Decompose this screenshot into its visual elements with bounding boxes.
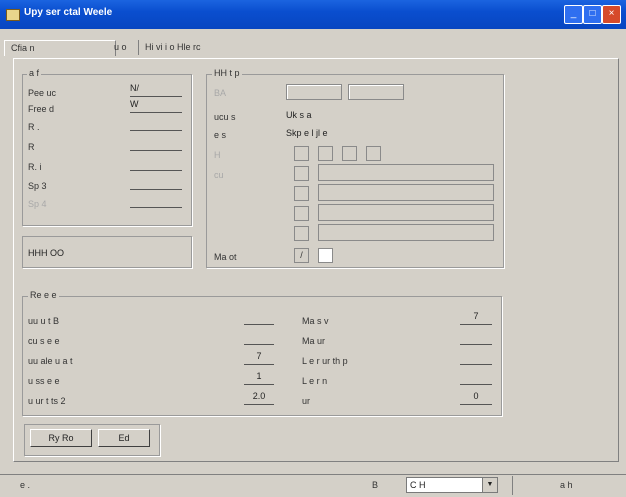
- status-right-text: a h: [560, 480, 573, 490]
- stats-left-label-4: u ss e e: [28, 376, 60, 386]
- close-icon[interactable]: ×: [602, 5, 621, 24]
- tab-second[interactable]: u o: [108, 40, 133, 55]
- status-left-text: e .: [20, 480, 31, 490]
- right-bar-4[interactable]: [318, 224, 494, 241]
- stats-right-value-3: [460, 350, 492, 365]
- status-bar: e . B C H ▼ a h: [0, 474, 626, 497]
- right-check-4[interactable]: [294, 226, 309, 241]
- stats-right-label-3: L e r ur th p: [302, 356, 348, 366]
- right-value-2: Uk s a: [286, 110, 312, 120]
- info-value-4: [130, 136, 182, 151]
- stats-left-label-3: uu ale u a t: [28, 356, 73, 366]
- info-value-6: [130, 175, 182, 190]
- right-value-3: Skp e l jl e: [286, 128, 328, 138]
- stats-left-label-1: uu u t B: [28, 316, 60, 326]
- right-spin-2[interactable]: [318, 146, 333, 161]
- right-spin-4[interactable]: [366, 146, 381, 161]
- right-label-4: H: [214, 150, 221, 160]
- right-spin-1[interactable]: [294, 146, 309, 161]
- stats-left-label-5: u ur t ts 2: [28, 396, 66, 406]
- right-check-3[interactable]: [294, 206, 309, 221]
- right-bar-1[interactable]: [318, 164, 494, 181]
- right-bar-3[interactable]: [318, 204, 494, 221]
- right-field-1a[interactable]: [286, 84, 342, 100]
- stats-right-label-4: L e r n: [302, 376, 328, 386]
- stats-left-value-3: 7: [244, 350, 274, 365]
- stats-group-title: Re e e: [28, 290, 59, 300]
- title-bar[interactable]: Upy ser ctal Weele _ □ ×: [0, 0, 626, 29]
- right-label-2: ucu s: [214, 112, 236, 122]
- right-group-title: HH t p: [212, 68, 242, 78]
- right-label-3: e s: [214, 130, 227, 140]
- maximize-icon[interactable]: □: [583, 5, 602, 24]
- info-value-7: [130, 193, 182, 208]
- info-label-7: Sp 4: [28, 199, 47, 209]
- stats-right-value-1: 7: [460, 310, 492, 325]
- status-divider: [512, 476, 513, 495]
- info-label-3: R .: [28, 122, 40, 132]
- info-label-1: Pee uc: [28, 88, 57, 98]
- window-title: Upy ser ctal Weele: [24, 7, 113, 18]
- stats-right-label-5: ur: [302, 396, 311, 406]
- right-spin-3[interactable]: [342, 146, 357, 161]
- info-label-4: R: [28, 142, 35, 152]
- status-combo[interactable]: C H ▼: [406, 477, 498, 493]
- application-window: Upy ser ctal Weele _ □ × Cfia n u o Hi v…: [0, 0, 626, 496]
- right-label-5: cu: [214, 170, 224, 180]
- info-value-5: [130, 156, 182, 171]
- minimize-icon[interactable]: _: [564, 5, 583, 24]
- stats-right-value-5: 0: [460, 390, 492, 405]
- tab-third[interactable]: Hi vi i o Hle rc: [138, 40, 207, 55]
- stats-right-value-4: [460, 370, 492, 385]
- close-button[interactable]: Ed: [98, 429, 150, 447]
- info-value-1: N/: [130, 82, 182, 97]
- stats-left-value-2: [244, 330, 274, 345]
- right-check-2[interactable]: [294, 186, 309, 201]
- status-combo-value: C H: [410, 480, 426, 490]
- status-combo-label: B: [372, 480, 379, 490]
- tab-strip: Cfia n u o Hi vi i o Hle rc: [4, 40, 622, 56]
- apply-button[interactable]: Ry Ro: [30, 429, 92, 447]
- stats-left-value-5: 2.0: [244, 390, 274, 405]
- stats-left-value-1: [244, 310, 274, 325]
- right-bottom-box[interactable]: [318, 248, 333, 263]
- stats-left-label-2: cu s e e: [28, 336, 60, 346]
- info-group-title: a f: [27, 68, 42, 78]
- right-check-1[interactable]: [294, 166, 309, 181]
- info-label-2: Free d: [28, 104, 55, 114]
- right-label-1: BA: [214, 88, 227, 98]
- stats-right-value-2: [460, 330, 492, 345]
- right-bottom-label: Ma ot: [214, 252, 237, 262]
- app-icon: [6, 9, 20, 21]
- stats-left-value-4: 1: [244, 370, 274, 385]
- sub-group-value: HHH OO: [28, 248, 64, 258]
- chevron-down-icon[interactable]: ▼: [482, 478, 497, 492]
- tab-main[interactable]: Cfia n: [4, 40, 116, 56]
- info-label-6: Sp 3: [28, 181, 47, 191]
- stats-right-label-1: Ma s v: [302, 316, 329, 326]
- right-field-1b[interactable]: [348, 84, 404, 100]
- info-value-3: [130, 116, 182, 131]
- info-value-2: W: [130, 98, 182, 113]
- right-bar-2[interactable]: [318, 184, 494, 201]
- stats-right-label-2: Ma ur: [302, 336, 326, 346]
- right-bottom-check[interactable]: /: [294, 248, 309, 263]
- info-label-5: R. i: [28, 162, 42, 172]
